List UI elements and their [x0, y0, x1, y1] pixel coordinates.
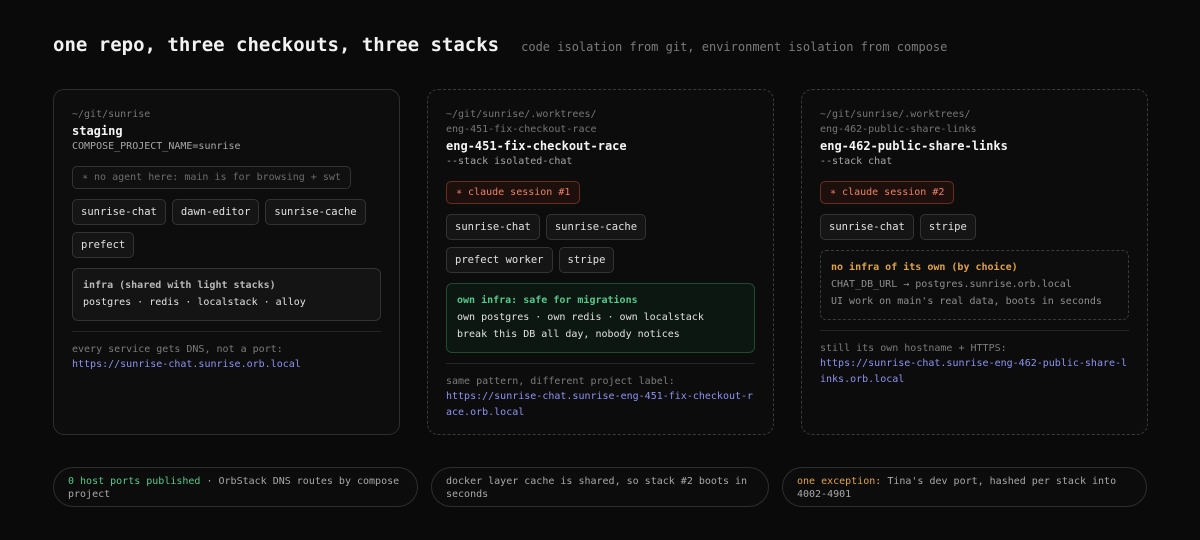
infra-note: UI work on main's real data, boots in se…: [831, 296, 1102, 307]
service-chips: sunrise-chat dawn-editor sunrise-cache p…: [72, 199, 381, 258]
infra-title: no infra of its own (by choice): [831, 262, 1018, 273]
service-chip: prefect: [72, 232, 135, 258]
compose-project-name: COMPOSE_PROJECT_NAME=sunrise: [72, 141, 241, 152]
checkout-path: ~/git/sunrise/.worktrees/: [446, 109, 597, 120]
infra-title: own infra: safe for migrations: [457, 295, 638, 306]
checkout-name: eng-451-fix-checkout-race: [446, 139, 627, 153]
page: one repo, three checkouts, three stacks …: [0, 0, 1200, 540]
checkout-name: staging: [72, 124, 123, 138]
infra-services: postgres · redis · localstack · alloy: [83, 297, 306, 308]
checkout-path-leaf: eng-451-fix-checkout-race: [446, 124, 597, 135]
service-chips: sunrise-chat stripe: [820, 214, 1129, 240]
infra-box: infra (shared with light stacks) postgre…: [72, 268, 381, 321]
ports-highlight: 0 host ports published: [68, 476, 201, 487]
claude-session-badge: ∗ claude session #2: [820, 181, 955, 204]
footer-pill-ports: 0 host ports published · OrbStack DNS ro…: [53, 467, 418, 507]
service-url[interactable]: https://sunrise-chat.sunrise-eng-462-pub…: [820, 356, 1129, 388]
page-title: one repo, three checkouts, three stacks: [53, 34, 500, 56]
checkout-name: eng-462-public-share-links: [820, 139, 1008, 153]
infra-box: no infra of its own (by choice) CHAT_DB_…: [820, 250, 1129, 320]
divider: [72, 331, 381, 332]
service-chip: dawn-editor: [171, 199, 260, 225]
infra-services: own postgres · own redis · own localstac…: [457, 312, 704, 323]
service-chip: prefect worker: [446, 247, 553, 273]
infra-box: own infra: safe for migrations own postg…: [446, 283, 755, 353]
card-staging: ~/git/sunrise staging COMPOSE_PROJECT_NA…: [53, 89, 400, 435]
divider: [446, 363, 755, 364]
footer-pill-cache: docker layer cache is shared, so stack #…: [431, 467, 769, 507]
service-chip: sunrise-chat: [820, 214, 914, 240]
service-chip: stripe: [558, 247, 615, 273]
service-chip: sunrise-chat: [446, 214, 540, 240]
stack-flag: --stack isolated-chat: [446, 156, 573, 167]
infra-note: break this DB all day, nobody notices: [457, 329, 680, 340]
no-agent-note: ∗ no agent here: main is for browsing + …: [72, 166, 351, 189]
card-eng-451: ~/git/sunrise/.worktrees/ eng-451-fix-ch…: [427, 89, 774, 435]
infra-title: infra (shared with light stacks): [83, 280, 276, 291]
checkout-path: ~/git/sunrise/.worktrees/: [820, 109, 971, 120]
dns-label: same pattern, different project label:: [446, 376, 675, 387]
db-url: CHAT_DB_URL → postgres.sunrise.orb.local: [831, 279, 1072, 290]
stack-flag: --stack chat: [820, 156, 893, 167]
service-chips: sunrise-chat sunrise-cache prefect worke…: [446, 214, 755, 273]
footer-pill-exception: one exception: Tina's dev port, hashed p…: [782, 467, 1147, 507]
service-url[interactable]: https://sunrise-chat.sunrise.orb.local: [72, 357, 381, 373]
service-chip: sunrise-cache: [265, 199, 366, 225]
page-subtitle: code isolation from git, environment iso…: [521, 40, 948, 54]
cache-text: docker layer cache is shared, so stack #…: [446, 476, 748, 500]
service-chip: stripe: [919, 214, 976, 240]
claude-session-badge: ∗ claude session #1: [446, 181, 581, 204]
service-chip: sunrise-chat: [72, 199, 166, 225]
header: one repo, three checkouts, three stacks …: [53, 34, 947, 56]
divider: [820, 330, 1129, 331]
checkout-path: ~/git/sunrise: [72, 109, 151, 120]
service-url[interactable]: https://sunrise-chat.sunrise-eng-451-fix…: [446, 389, 755, 421]
exception-highlight: one exception:: [797, 476, 882, 487]
service-chip: sunrise-cache: [545, 214, 647, 240]
dns-label: every service gets DNS, not a port:: [72, 344, 283, 355]
checkout-path-leaf: eng-462-public-share-links: [820, 124, 977, 135]
dns-label: still its own hostname + HTTPS:: [820, 343, 1007, 354]
card-eng-462: ~/git/sunrise/.worktrees/ eng-462-public…: [801, 89, 1148, 435]
